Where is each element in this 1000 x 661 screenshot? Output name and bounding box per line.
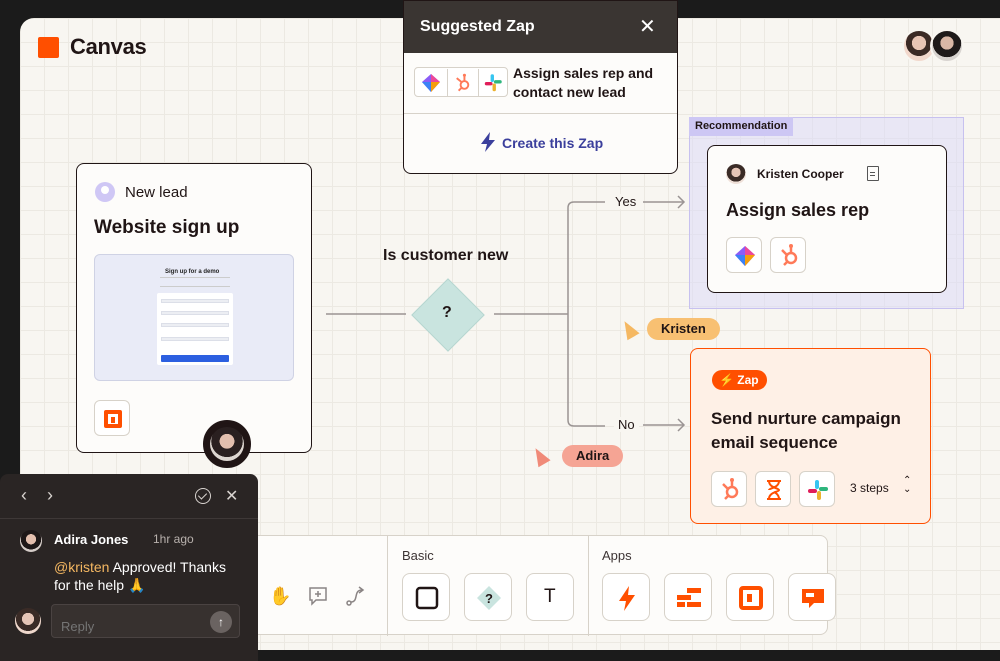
- trigger-title: Website sign up: [94, 217, 240, 238]
- zapier-interfaces-icon: [94, 400, 130, 436]
- canvas-toolbar: ✋ Basic ? T Apps: [238, 535, 836, 636]
- chevron-right-icon[interactable]: ›: [47, 485, 53, 506]
- document-icon[interactable]: [867, 166, 879, 181]
- close-icon[interactable]: ✕: [225, 486, 238, 506]
- comment-tool-icon[interactable]: [307, 585, 329, 612]
- cursor-label-kristen: Kristen: [647, 318, 720, 340]
- assignee-name: Kristen Cooper: [757, 167, 844, 181]
- avatar: [15, 608, 41, 634]
- comment-avatar[interactable]: [203, 420, 251, 468]
- suggested-zap-header: Suggested Zap ✕: [404, 1, 677, 53]
- resolve-check-icon[interactable]: [195, 488, 211, 504]
- comment-mention[interactable]: @kristen: [54, 559, 109, 575]
- zap-tool-button[interactable]: [602, 573, 650, 621]
- chatbot-icon: [802, 589, 824, 608]
- tables-tool-button[interactable]: [664, 573, 712, 621]
- form-preview-text: [160, 277, 230, 287]
- app-title: Canvas: [70, 34, 147, 59]
- text-icon: T: [544, 586, 556, 607]
- comment-panel: ‹ › ✕ Adira Jones 1hr ago @kristen Appro…: [0, 474, 258, 661]
- cursor-pointer-icon: [529, 444, 551, 468]
- zap-badge-label: Zap: [737, 373, 759, 387]
- decision-tool-button[interactable]: ?: [464, 573, 512, 621]
- toolbar-section-apps: Apps: [602, 548, 632, 563]
- steps-count[interactable]: 3 steps: [850, 481, 889, 495]
- diamond-app-icon: [422, 74, 440, 92]
- trigger-label: New lead: [125, 184, 188, 201]
- cursor-label-adira: Adira: [562, 445, 624, 467]
- form-preview-submit: [161, 355, 229, 362]
- hourglass-icon: [755, 471, 791, 507]
- user-icon: [95, 182, 115, 202]
- slack-icon: [799, 471, 835, 507]
- decision-icon: ?: [477, 586, 501, 610]
- chatbot-tool-button[interactable]: [788, 573, 836, 621]
- suggested-zap-description: Assign sales rep and contact new lead: [513, 65, 654, 100]
- zap-title: Send nurture campaign email sequence: [711, 409, 901, 452]
- slack-icon: [478, 69, 502, 97]
- chevron-left-icon[interactable]: ‹: [21, 485, 27, 506]
- recommendation-tag: Recommendation: [689, 117, 794, 136]
- action-card-assign-sales-rep[interactable]: Kristen Cooper Assign sales rep: [707, 145, 947, 293]
- bolt-icon: [619, 586, 635, 611]
- hubspot-icon: [770, 237, 806, 273]
- expand-steps-icon[interactable]: ⌃ ⌄: [903, 476, 911, 495]
- send-arrow-icon[interactable]: ↑: [210, 611, 232, 633]
- suggested-zap-popover: Suggested Zap ✕ Assign sales rep and con…: [403, 0, 678, 174]
- hand-tool-icon[interactable]: ✋: [269, 586, 291, 607]
- diamond-app-icon: [726, 237, 762, 273]
- suggested-zap-title: Suggested Zap: [420, 18, 535, 35]
- zap-badge: ⚡ Zap: [712, 370, 767, 390]
- avatar: [726, 164, 746, 184]
- create-zap-button[interactable]: Create this Zap: [502, 135, 603, 151]
- close-icon[interactable]: ✕: [639, 14, 656, 39]
- comment-author: Adira Jones: [54, 532, 129, 547]
- decision-tool-label: ?: [485, 591, 493, 606]
- form-preview-heading: Sign up for a demo: [165, 269, 220, 275]
- text-tool-button[interactable]: T: [526, 573, 574, 621]
- bolt-icon: [481, 132, 495, 152]
- connector-tool-icon[interactable]: [345, 585, 367, 612]
- form-preview-fields: [157, 293, 233, 365]
- branch-no-label: No: [614, 417, 639, 432]
- interfaces-icon: [739, 586, 763, 610]
- tables-icon: [677, 588, 701, 607]
- action-title: Assign sales rep: [726, 200, 870, 220]
- avatar: [20, 530, 42, 552]
- square-icon: [415, 586, 439, 610]
- toolbar-section-basic: Basic: [402, 548, 434, 563]
- form-preview-image: Sign up for a demo: [94, 254, 294, 381]
- collaborator-avatar[interactable]: [930, 29, 964, 63]
- hubspot-icon: [447, 69, 470, 97]
- decision-title: Is customer new: [383, 247, 509, 264]
- branch-yes-label: Yes: [611, 194, 641, 209]
- comment-message: @kristen Approved! Thanks for the help 🙏: [54, 558, 246, 594]
- interfaces-tool-button[interactable]: [726, 573, 774, 621]
- square-tool-button[interactable]: [402, 573, 450, 621]
- cursor-pointer-icon: [618, 317, 640, 341]
- zap-card-nurture-campaign[interactable]: ⚡ Zap Send nurture campaign email sequen…: [690, 348, 931, 524]
- hubspot-icon: [711, 471, 747, 507]
- comment-time: 1hr ago: [153, 532, 194, 546]
- trigger-card-new-lead[interactable]: New lead Website sign up Sign up for a d…: [76, 163, 312, 453]
- canvas-logo-icon: [38, 37, 59, 58]
- decision-symbol: ?: [442, 304, 452, 321]
- suggested-zap-apps: [414, 67, 508, 97]
